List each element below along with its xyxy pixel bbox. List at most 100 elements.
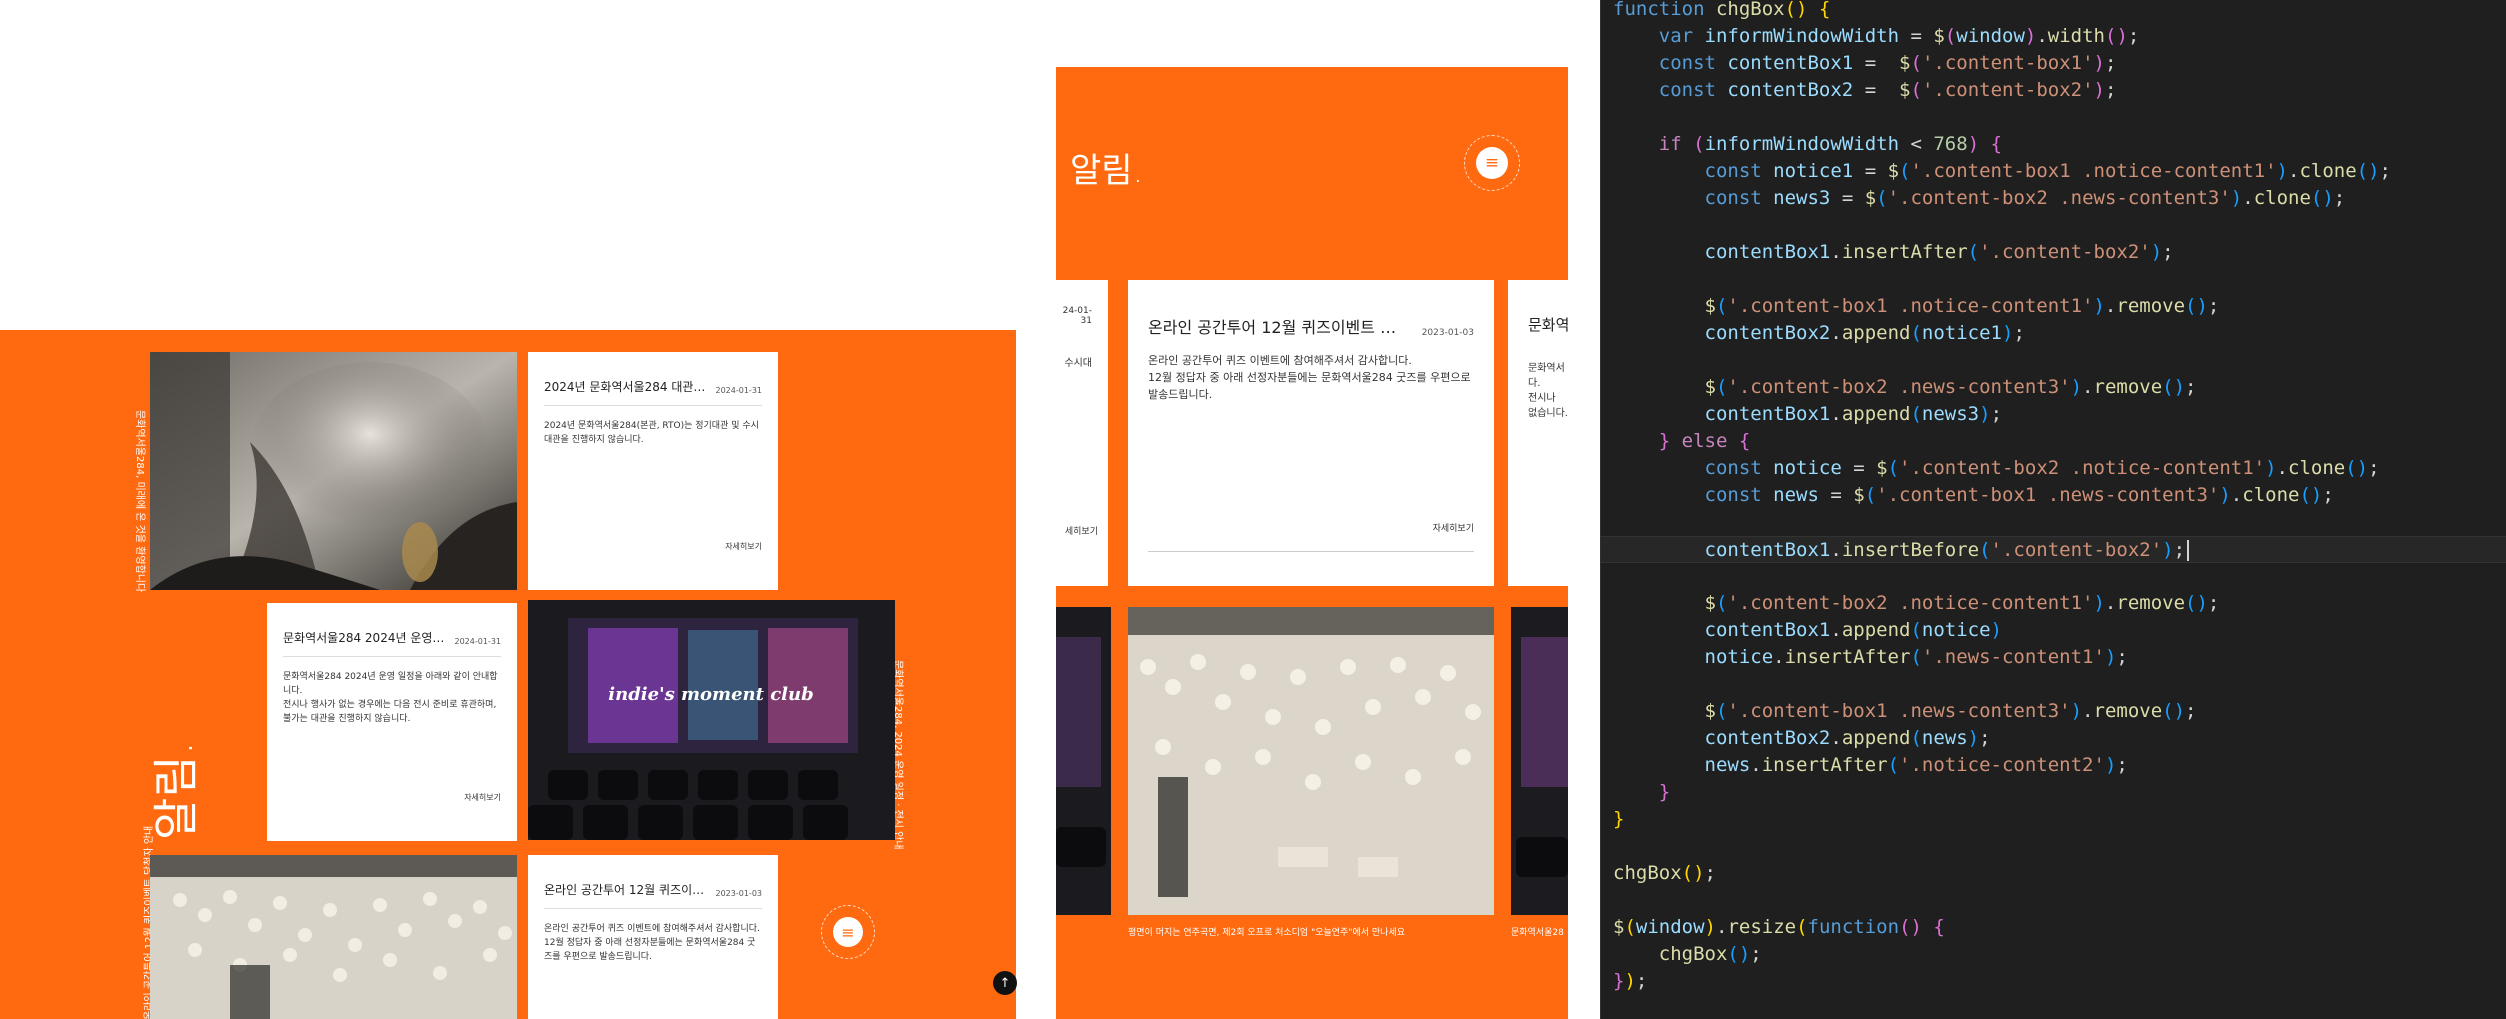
code-token: ) xyxy=(1967,727,1980,749)
code-token: ( xyxy=(1796,916,1808,938)
code-line[interactable]: const news = $('.content-box1 .news-cont… xyxy=(1613,482,2334,509)
notice-card[interactable]: 2024년 문화역서울284 대관 불가 안내 2024-01-31 2024년… xyxy=(528,352,778,590)
code-line[interactable]: } else { xyxy=(1613,428,1751,455)
code-token: '.content-box2 .notice-content1' xyxy=(1899,457,2266,479)
code-token: $ xyxy=(1876,457,1888,479)
code-line[interactable]: $('.content-box2 .notice-content1').remo… xyxy=(1613,590,2220,617)
code-line[interactable]: chgBox(); xyxy=(1613,860,1716,887)
code-line[interactable]: function chgBox() { xyxy=(1613,0,1830,23)
menu-button[interactable]: ≡ xyxy=(821,905,875,959)
code-token: ) xyxy=(2070,700,2083,722)
code-line[interactable]: contentBox1.append(news3); xyxy=(1613,401,2003,428)
hanging-discs-graphic xyxy=(1128,607,1494,915)
code-token: . xyxy=(1716,916,1728,938)
code-token: contentBox1 xyxy=(1704,619,1831,641)
section-heading: 알림. xyxy=(149,740,203,840)
notice-card-next[interactable]: 문화역 문화역서 다. 전시나 없습니다. xyxy=(1508,280,1568,586)
theater-photo-graphic xyxy=(1056,607,1111,915)
code-line[interactable]: $(window).resize(function() { xyxy=(1613,914,1945,941)
read-more-link[interactable]: 자세히보기 xyxy=(464,792,501,803)
code-token: ; xyxy=(2185,700,2197,722)
code-token: . xyxy=(2082,376,2094,398)
code-token: () xyxy=(2310,187,2334,209)
code-token: ; xyxy=(2368,457,2380,479)
code-token: = xyxy=(1853,52,1900,74)
read-more-link[interactable]: 세히보기 xyxy=(1065,524,1098,537)
code-line[interactable]: $('.content-box1 .news-content3').remove… xyxy=(1613,698,2197,725)
code-token: ( xyxy=(1910,322,1922,344)
exhibition-photo[interactable] xyxy=(150,352,517,590)
code-line[interactable]: news.insertAfter('.notice-content2'); xyxy=(1613,752,2128,779)
code-token: const xyxy=(1658,79,1716,101)
code-token: $ xyxy=(1704,700,1716,722)
code-token: contentBox1 xyxy=(1727,52,1854,74)
card-date: 2024-01-31 xyxy=(715,386,763,395)
code-line[interactable]: const notice1 = $('.content-box1 .notice… xyxy=(1613,158,2391,185)
code-token: remove xyxy=(2116,295,2186,317)
code-line[interactable]: const notice = $('.content-box2 .notice-… xyxy=(1613,455,2380,482)
theater-photo-prev[interactable] xyxy=(1056,607,1111,915)
code-token: ( xyxy=(1967,241,1980,263)
code-line[interactable]: $('.content-box1 .notice-content1').remo… xyxy=(1613,293,2220,320)
theater-photo[interactable]: indie's moment club xyxy=(528,600,895,840)
code-token: ) xyxy=(2093,592,2105,614)
notice-card[interactable]: 온라인 공간투어 12월 퀴즈이벤트 당… 2023-01-03 온라인 공간투… xyxy=(528,855,778,1019)
code-token: () xyxy=(1899,916,1922,938)
code-token: news3 xyxy=(1921,403,1980,425)
installation-photo[interactable] xyxy=(150,855,517,1019)
notice-card[interactable]: 문화역서울284 2024년 운영 일정 안내 2024-01-31 문화역서울… xyxy=(267,603,517,841)
code-token: () xyxy=(2185,295,2208,317)
code-line[interactable]: contentBox1.append(notice) xyxy=(1613,617,2002,644)
code-line[interactable]: } xyxy=(1613,779,1670,806)
code-token: ( xyxy=(1899,160,1911,182)
code-token: ) xyxy=(2104,646,2117,668)
menu-button[interactable]: ≡ xyxy=(1464,135,1520,191)
card-body: 2024년 문화역서울284(본관, RTO)는 정기대관 및 수시대관을 진행… xyxy=(544,421,759,445)
code-line[interactable]: const contentBox1 = $('.content-box1'); xyxy=(1613,50,2117,77)
desktop-notice-section: 문화역서울284, 미래에 온 것을 환영합니다 문화역서울284, 2024 … xyxy=(0,330,1016,1019)
card-body: 온라인 공간투어 퀴즈 이벤트에 참여해주셔서 감사합니다. 12월 정답자 중… xyxy=(1148,354,1471,402)
code-line[interactable]: if (informWindowWidth < 768) { xyxy=(1613,131,2002,158)
code-line[interactable]: contentBox2.append(news); xyxy=(1613,725,1991,752)
code-line[interactable]: contentBox2.append(notice1); xyxy=(1613,320,2025,347)
code-token: '.content-box2 .news-content3' xyxy=(1727,376,2071,398)
code-token: . xyxy=(2104,592,2117,614)
code-line[interactable]: } xyxy=(1613,806,1624,833)
menu-ring xyxy=(821,905,875,959)
code-line[interactable]: var informWindowWidth = $(window).width(… xyxy=(1613,23,2140,50)
code-token: . xyxy=(1830,539,1842,561)
code-line[interactable]: const contentBox2 = $('.content-box2'); xyxy=(1613,77,2117,104)
theater-photo-next[interactable] xyxy=(1511,607,1568,915)
installation-photo[interactable] xyxy=(1128,607,1494,915)
code-token: insertBefore xyxy=(1841,539,1980,561)
code-line[interactable]: chgBox(); xyxy=(1613,941,1762,968)
code-line[interactable]: contentBox1.insertBefore('.content-box2'… xyxy=(1601,536,2506,563)
code-token: clone xyxy=(2242,484,2300,506)
code-token: $ xyxy=(1933,25,1945,47)
code-line[interactable]: notice.insertAfter('.news-content1'); xyxy=(1613,644,2128,671)
code-line[interactable]: $('.content-box2 .news-content3').remove… xyxy=(1613,374,2197,401)
notice-card-prev[interactable]: 24-01-31 수시대 세히보기 xyxy=(1056,280,1108,586)
code-token: chgBox xyxy=(1658,943,1728,965)
code-line[interactable]: contentBox1.insertAfter('.content-box2')… xyxy=(1613,239,2174,266)
code-token: append xyxy=(1841,727,1911,749)
code-line[interactable]: const news3 = $('.content-box2 .news-con… xyxy=(1613,185,2346,212)
text-cursor xyxy=(2187,540,2190,561)
code-editor[interactable]: function chgBox() { var informWindowWidt… xyxy=(1600,0,2506,1019)
read-more-link[interactable]: 자세히보기 xyxy=(1433,521,1474,534)
notice-card[interactable]: 온라인 공간투어 12월 퀴즈이벤트 … 2023-01-03 온라인 공간투어… xyxy=(1128,280,1494,586)
read-more-link[interactable]: 자세히보기 xyxy=(725,541,762,552)
code-line[interactable]: }); xyxy=(1613,968,1647,995)
scroll-top-button[interactable]: ↑ xyxy=(993,971,1017,995)
